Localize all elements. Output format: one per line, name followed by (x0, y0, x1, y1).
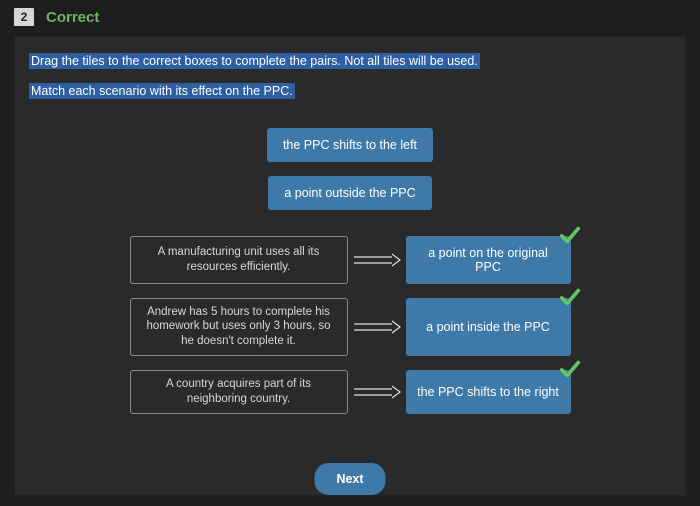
tile-bank: the PPC shifts to the left a point outsi… (29, 128, 671, 210)
scenario-box: Andrew has 5 hours to complete his homew… (130, 298, 348, 357)
checkmark-icon (559, 224, 581, 246)
pair-row: Andrew has 5 hours to complete his homew… (130, 298, 571, 357)
instruction-sub: Match each scenario with its effect on t… (29, 83, 295, 99)
bank-tile[interactable]: the PPC shifts to the left (267, 128, 433, 162)
arrow-icon (348, 236, 406, 284)
answer-slot[interactable]: the PPC shifts to the right (406, 370, 571, 414)
pair-row: A manufacturing unit uses all its resour… (130, 236, 571, 284)
checkmark-icon (559, 358, 581, 380)
question-number: 2 (14, 8, 34, 26)
answer-slot[interactable]: a point inside the PPC (406, 298, 571, 357)
instruction-sub-wrap: Match each scenario with its effect on t… (29, 83, 671, 99)
scenario-box: A country acquires part of its neighbori… (130, 370, 348, 414)
question-content: Drag the tiles to the correct boxes to c… (14, 36, 686, 496)
next-button[interactable]: Next (314, 463, 385, 495)
question-header: 2 Correct (0, 0, 700, 34)
pair-row: A country acquires part of its neighbori… (130, 370, 571, 414)
answer-tile[interactable]: the PPC shifts to the right (406, 370, 571, 414)
instruction-main-wrap: Drag the tiles to the correct boxes to c… (29, 53, 671, 69)
answer-tile[interactable]: a point inside the PPC (406, 298, 571, 357)
arrow-icon (348, 298, 406, 357)
bank-tile[interactable]: a point outside the PPC (268, 176, 431, 210)
status-label: Correct (46, 9, 99, 26)
instruction-main: Drag the tiles to the correct boxes to c… (29, 53, 480, 69)
arrow-icon (348, 370, 406, 414)
answer-tile[interactable]: a point on the original PPC (406, 236, 571, 284)
checkmark-icon (559, 286, 581, 308)
pairs-container: A manufacturing unit uses all its resour… (29, 236, 671, 415)
scenario-box: A manufacturing unit uses all its resour… (130, 236, 348, 284)
answer-slot[interactable]: a point on the original PPC (406, 236, 571, 284)
